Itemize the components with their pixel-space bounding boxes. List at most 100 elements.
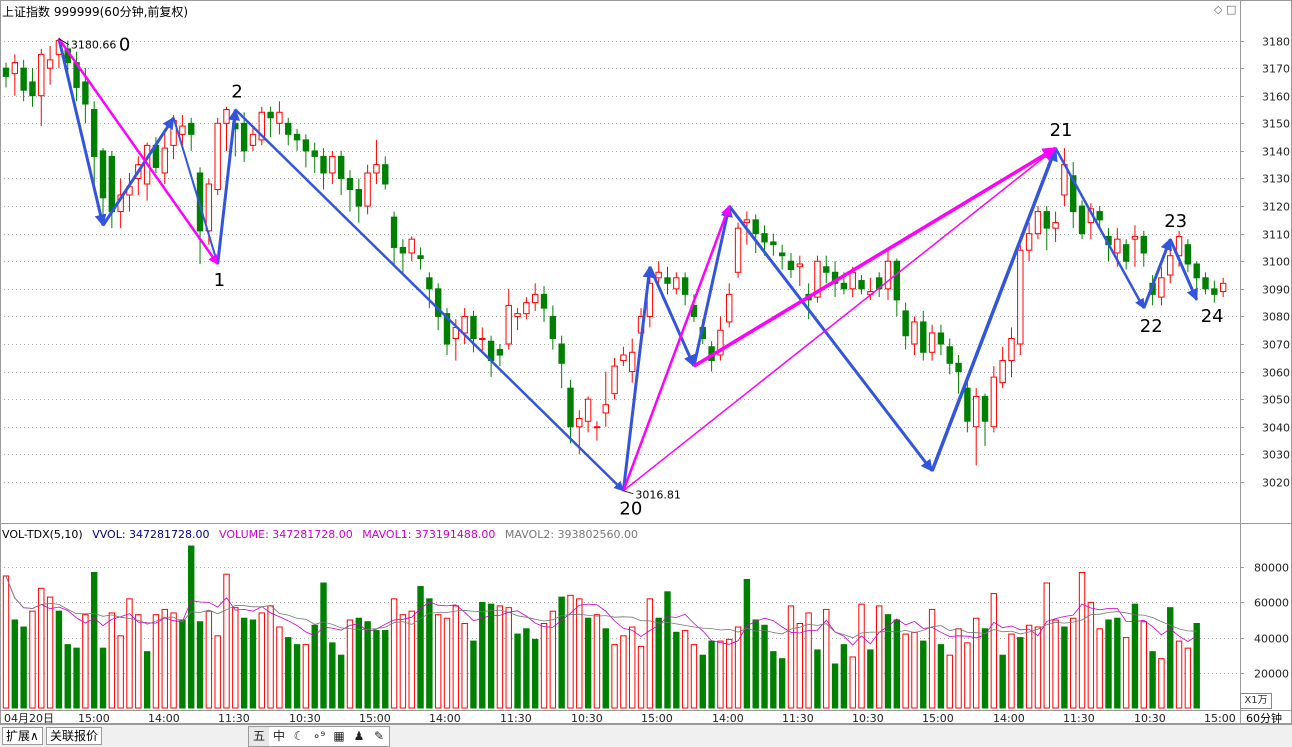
wrench-icon[interactable]: ✎ (369, 727, 389, 746)
volume-bar-down (981, 628, 989, 709)
candle-down (964, 387, 971, 422)
candle-down (752, 219, 759, 235)
volume-bar-down (893, 619, 901, 709)
person-icon[interactable]: ♟ (349, 727, 369, 746)
bottom-toolbar: 五 中 ☾ ∘⁹ ▦ ♟ ✎ (248, 726, 390, 747)
candle-down (426, 277, 433, 290)
wave-label-23: 23 (1164, 211, 1187, 232)
volume-unit-label[interactable]: X1万 (1240, 693, 1272, 709)
candle-down (29, 81, 36, 97)
candle-up (576, 417, 583, 428)
candle-up (1052, 222, 1059, 229)
volume-bar-down (20, 626, 27, 709)
chart-canvas[interactable]: 3180 3170 3160 3150 3140 3130 3120 3110 3100 3090… (0, 0, 1292, 746)
candle-down (558, 343, 565, 364)
candle-down (99, 150, 107, 199)
candle-down (920, 321, 927, 353)
candle-down (1078, 205, 1086, 235)
candle-up (1114, 238, 1121, 254)
candle-down (955, 362, 962, 373)
mavol2-value: MAVOL2: 393802560.00 (504, 528, 639, 541)
candle-up (179, 125, 186, 135)
keyboard-icon[interactable]: ▦ (329, 727, 349, 746)
candle-down (346, 177, 354, 191)
volume-bar-up (452, 605, 460, 709)
window-control-icons[interactable]: ◇ □ (1214, 3, 1236, 16)
candle-down (1043, 211, 1050, 229)
candle-up (364, 172, 371, 207)
volume-bar-up (1087, 601, 1095, 709)
volume-bar-down (1114, 617, 1121, 709)
candle-down (285, 122, 292, 135)
volume-bar-up (161, 608, 168, 709)
volume-bar-up (223, 573, 230, 709)
volume-bar-up (1078, 571, 1086, 709)
volume-bar-up (690, 644, 698, 709)
wave-label-22: 22 (1140, 316, 1163, 337)
volume-bar-up (540, 623, 548, 709)
volume-bar-down (743, 578, 751, 709)
candle-down (1096, 211, 1103, 221)
volume-bar-down (364, 621, 371, 709)
volume-bar-up (593, 614, 601, 709)
volume-bar-up (46, 596, 54, 709)
candle-down (1140, 235, 1147, 254)
candle-down (1211, 288, 1218, 295)
volume-indicator-name[interactable]: VOL-TDX(5,10) (2, 528, 83, 541)
bottom-bar: 扩展∧ 关联报价 五 中 ☾ ∘⁹ ▦ ♟ ✎ (0, 724, 1292, 747)
candle-up (276, 111, 283, 124)
candle-up (505, 304, 512, 345)
wave-line-blue (234, 108, 625, 492)
price-tick-label: 3040 (1262, 422, 1290, 435)
candle-down (840, 282, 848, 290)
wave-label-2: 2 (231, 82, 242, 103)
five-icon[interactable]: 五 (249, 727, 269, 746)
candle-down (1184, 244, 1192, 265)
candle-up (46, 59, 54, 69)
zhong-icon[interactable]: 中 (269, 727, 289, 746)
candle-up (205, 183, 213, 232)
volume-bar-down (523, 628, 530, 709)
volume-tick-label: 20000 (1254, 668, 1289, 681)
candle-up (973, 395, 980, 428)
volume-bar-down (1105, 619, 1112, 709)
volume-bar-down (417, 586, 424, 709)
chart-title: 上证指数 999999(60分钟,前复权) (2, 5, 189, 19)
volume-bar-down (602, 628, 609, 709)
candle-up (611, 365, 618, 395)
volume-bar-down (73, 647, 80, 709)
volume-bar-down (293, 644, 301, 709)
volume-value: VOLUME: 347281728.00 (219, 528, 353, 541)
expand-tab[interactable]: 扩展∧ (2, 727, 43, 745)
volume-bar-up (858, 603, 865, 709)
volume-bar-up (152, 614, 160, 709)
candle-down (496, 349, 504, 356)
candle-up (884, 260, 892, 290)
wave-label-0: 0 (119, 35, 130, 56)
moon-icon[interactable]: ☾ (289, 727, 309, 746)
candle-down (382, 164, 389, 185)
volume-bar-down (311, 624, 318, 709)
volume-bar-up (576, 598, 583, 709)
volume-tick-label: 60000 (1254, 597, 1289, 610)
wave-line-blue (728, 205, 934, 472)
candle-down (1202, 277, 1209, 290)
candle-up (1025, 233, 1033, 251)
price-tick-label: 3110 (1262, 229, 1290, 242)
price-tick-label: 3050 (1262, 394, 1290, 407)
volume-bar-down (655, 617, 662, 709)
volume-bar-up (1025, 624, 1033, 709)
volume-bar-up (717, 640, 724, 709)
volume-bar-up (346, 619, 354, 709)
related-quotes-tab[interactable]: 关联报价 (46, 727, 103, 745)
volume-bar-up (1034, 626, 1042, 709)
candle-down (937, 332, 945, 345)
candle-up (1017, 249, 1024, 345)
candle-up (990, 376, 998, 428)
volume-bar-up (461, 623, 468, 709)
volume-bar-down (373, 630, 380, 709)
volume-bar-down (708, 640, 715, 709)
dots-icon[interactable]: ∘⁹ (309, 727, 329, 746)
candle-up (673, 277, 680, 290)
candle-up (620, 354, 627, 362)
